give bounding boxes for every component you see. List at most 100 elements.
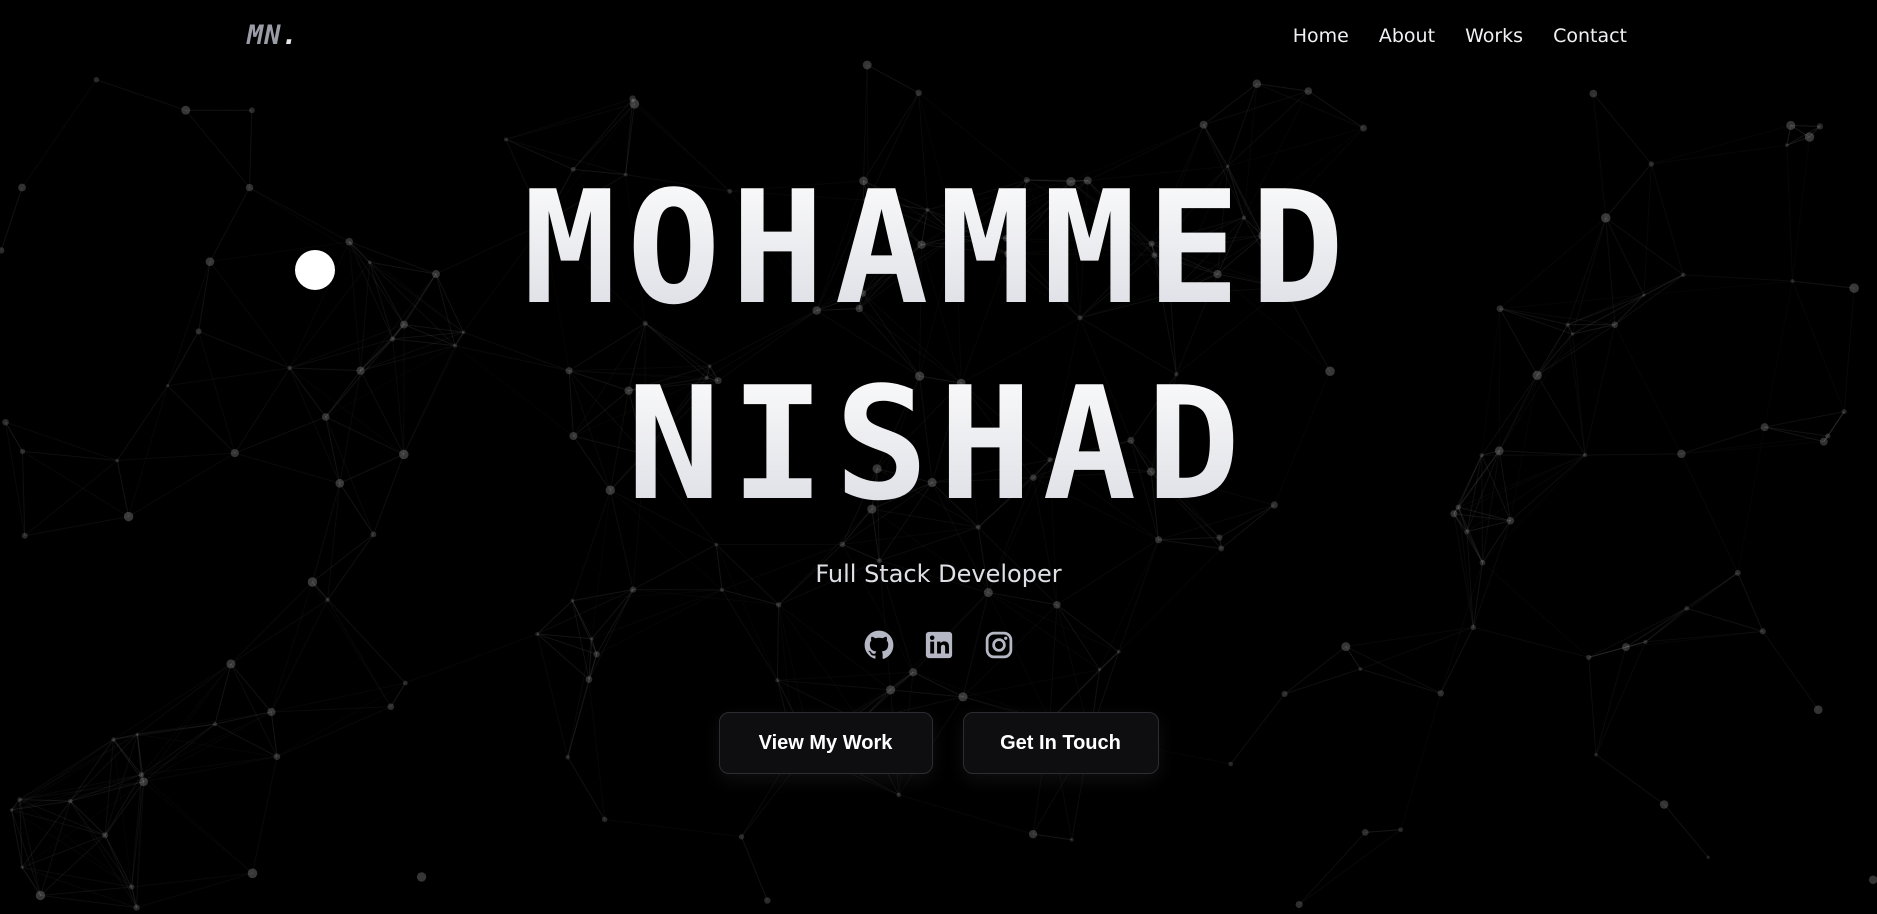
network-line: [11, 809, 41, 896]
site-logo[interactable]: MN.: [247, 20, 299, 51]
nav-link-home[interactable]: Home: [1293, 25, 1349, 47]
linkedin-icon: [925, 631, 952, 659]
hero-name-first: MOHAMMED: [0, 150, 1877, 346]
network-node: [17, 797, 23, 802]
network-line: [899, 795, 1033, 834]
network-node: [839, 541, 846, 548]
network-node: [601, 816, 608, 823]
network-line: [141, 775, 252, 874]
network-node: [896, 792, 902, 798]
network-node: [416, 872, 427, 882]
network-node: [226, 659, 236, 669]
network-line: [779, 605, 861, 721]
github-icon: [864, 630, 893, 659]
instagram-link[interactable]: [984, 630, 1014, 660]
nav-link-works[interactable]: Works: [1465, 25, 1523, 47]
network-line: [1663, 804, 1709, 858]
network-line: [1365, 829, 1401, 833]
linkedin-link[interactable]: [924, 630, 954, 660]
network-line: [506, 99, 633, 140]
network-node: [886, 685, 896, 695]
network-line: [132, 873, 253, 887]
instagram-icon: [985, 631, 1012, 659]
network-line: [1032, 833, 1072, 841]
hero-name-last: NISHAD: [0, 346, 1877, 542]
social-links: [0, 630, 1877, 660]
hero-subtitle: Full Stack Developer: [815, 560, 1062, 588]
network-node: [35, 890, 46, 901]
network-line: [1298, 832, 1366, 905]
network-node: [247, 868, 258, 879]
nav-link-contact[interactable]: Contact: [1553, 25, 1627, 47]
network-node: [629, 99, 640, 109]
network-line: [96, 79, 186, 111]
network-line: [536, 600, 573, 635]
network-line: [253, 757, 277, 874]
network-node: [325, 597, 330, 603]
network-node: [1684, 606, 1690, 611]
network-line: [633, 590, 779, 605]
network-line: [721, 589, 779, 606]
network-node: [1053, 601, 1061, 609]
network-line: [741, 836, 768, 901]
network-line: [40, 894, 137, 909]
network-line: [137, 873, 253, 907]
network-node: [958, 692, 968, 702]
network-line: [70, 774, 142, 802]
network-node: [248, 107, 255, 114]
network-node: [20, 865, 24, 869]
network-node: [9, 808, 14, 812]
network-line: [572, 589, 634, 602]
network-node: [181, 105, 191, 115]
network-line: [1686, 607, 1763, 632]
network-node: [1398, 827, 1404, 833]
network-node: [1281, 690, 1288, 697]
network-node: [1361, 829, 1369, 836]
logo-dot: .: [281, 20, 299, 51]
network-line: [842, 543, 880, 562]
network-node: [1218, 545, 1225, 552]
network-node: [1816, 123, 1824, 130]
network-node: [1785, 143, 1789, 148]
github-link[interactable]: [864, 630, 894, 660]
network-line: [537, 589, 634, 635]
network-line: [1284, 668, 1361, 695]
network-node: [402, 680, 408, 686]
network-node: [983, 588, 993, 598]
cursor-follower-dot: [295, 250, 335, 290]
network-node: [738, 834, 745, 840]
network-node: [1804, 132, 1815, 142]
network-line: [40, 886, 132, 896]
network-line: [605, 819, 742, 836]
network-line: [1203, 83, 1258, 126]
network-node: [93, 77, 100, 83]
network-node: [67, 798, 73, 804]
network-node: [764, 897, 771, 904]
network-node: [1589, 89, 1598, 98]
nav-links: Home About Works Contact: [1293, 25, 1627, 47]
top-navigation: MN. Home About Works Contact: [0, 0, 1877, 76]
network-node: [775, 602, 782, 608]
network-node: [1028, 829, 1038, 839]
network-node: [139, 777, 148, 787]
network-node: [1252, 79, 1262, 88]
hero-name: MOHAMMED NISHAD: [0, 150, 1877, 542]
network-line: [22, 867, 136, 907]
network-node: [1360, 124, 1367, 132]
network-line: [104, 835, 138, 908]
network-node: [102, 832, 109, 839]
network-node: [1358, 667, 1363, 671]
get-in-touch-button[interactable]: Get In Touch: [962, 712, 1159, 774]
network-line: [22, 866, 132, 888]
network-node: [1069, 837, 1074, 842]
network-node: [1097, 667, 1102, 672]
view-my-work-button[interactable]: View My Work: [718, 712, 933, 774]
network-line: [777, 672, 913, 680]
network-line: [390, 682, 406, 707]
network-line: [1308, 90, 1364, 129]
network-node: [775, 678, 780, 683]
nav-link-about[interactable]: About: [1379, 25, 1435, 47]
network-node: [1659, 800, 1669, 809]
network-node: [585, 676, 593, 683]
network-line: [506, 104, 635, 140]
